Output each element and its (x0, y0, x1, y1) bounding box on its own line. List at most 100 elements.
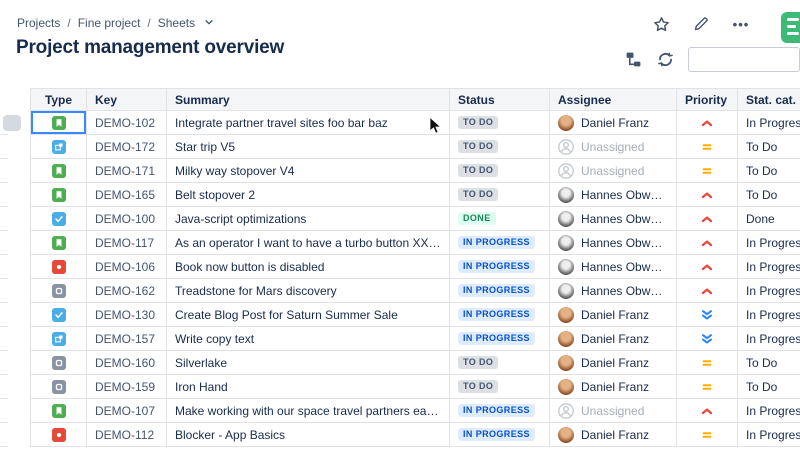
issue-key-cell[interactable]: DEMO-160 (87, 351, 167, 375)
issue-type-cell[interactable] (30, 399, 87, 423)
issue-type-cell[interactable] (30, 135, 87, 159)
assignee-cell[interactable]: Hannes Obweger (550, 279, 677, 303)
priority-cell[interactable] (677, 351, 738, 375)
assignee-cell[interactable]: Daniel Franz (550, 327, 677, 351)
status-cell[interactable]: IN PROGRESS (450, 255, 550, 279)
priority-cell[interactable] (677, 207, 738, 231)
breadcrumb-sheets[interactable]: Sheets (158, 16, 195, 30)
row-drag-handle[interactable] (3, 115, 21, 131)
summary-cell[interactable]: Treadstone for Mars discovery (167, 279, 450, 303)
assignee-cell[interactable]: Daniel Franz (550, 351, 677, 375)
column-header-status[interactable]: Status (450, 88, 550, 111)
issue-key-cell[interactable]: DEMO-171 (87, 159, 167, 183)
issue-type-cell[interactable] (30, 303, 87, 327)
assignee-cell[interactable]: Unassigned (550, 135, 677, 159)
column-header-type[interactable]: Type (30, 88, 87, 111)
status-cell[interactable]: IN PROGRESS (450, 399, 550, 423)
priority-cell[interactable] (677, 231, 738, 255)
status-category-cell[interactable]: To Do (738, 159, 800, 183)
issue-type-cell[interactable] (30, 207, 87, 231)
issue-key-cell[interactable]: DEMO-106 (87, 255, 167, 279)
table-row[interactable]: DEMO-171 Milky way stopover V4 TO DO Una… (0, 159, 800, 183)
column-header-stat-cat[interactable]: Stat. cat. (738, 88, 800, 111)
table-row[interactable]: DEMO-172 Star trip V5 TO DO Unassigned T… (0, 135, 800, 159)
priority-cell[interactable] (677, 111, 738, 135)
status-cell[interactable]: TO DO (450, 375, 550, 399)
issue-type-cell[interactable] (30, 255, 87, 279)
issue-type-cell[interactable] (30, 231, 87, 255)
priority-cell[interactable] (677, 159, 738, 183)
status-category-cell[interactable]: In Progress (738, 231, 800, 255)
assignee-cell[interactable]: Daniel Franz (550, 375, 677, 399)
status-category-cell[interactable]: Done (738, 207, 800, 231)
status-cell[interactable]: IN PROGRESS (450, 279, 550, 303)
table-row[interactable]: DEMO-130 Create Blog Post for Saturn Sum… (0, 303, 800, 327)
table-row[interactable]: DEMO-160 Silverlake TO DO Daniel Franz T… (0, 351, 800, 375)
priority-cell[interactable] (677, 255, 738, 279)
issue-key-cell[interactable]: DEMO-100 (87, 207, 167, 231)
issue-type-cell[interactable] (30, 111, 87, 135)
column-header-assignee[interactable]: Assignee (550, 88, 677, 111)
summary-cell[interactable]: Milky way stopover V4 (167, 159, 450, 183)
status-category-cell[interactable]: To Do (738, 183, 800, 207)
status-cell[interactable]: IN PROGRESS (450, 327, 550, 351)
assignee-cell[interactable]: Unassigned (550, 159, 677, 183)
status-cell[interactable]: TO DO (450, 183, 550, 207)
table-row[interactable]: DEMO-117 As an operator I want to have a… (0, 231, 800, 255)
status-cell[interactable]: IN PROGRESS (450, 231, 550, 255)
table-row[interactable]: DEMO-162 Treadstone for Mars discovery I… (0, 279, 800, 303)
summary-cell[interactable]: Book now button is disabled (167, 255, 450, 279)
status-cell[interactable]: TO DO (450, 159, 550, 183)
column-header-summary[interactable]: Summary (167, 88, 450, 111)
assignee-cell[interactable]: Unassigned (550, 399, 677, 423)
priority-cell[interactable] (677, 183, 738, 207)
search-input[interactable] (688, 47, 800, 72)
issue-key-cell[interactable]: DEMO-162 (87, 279, 167, 303)
issue-key-cell[interactable]: DEMO-112 (87, 423, 167, 447)
status-category-cell[interactable]: To Do (738, 375, 800, 399)
table-row[interactable]: DEMO-106 Book now button is disabled IN … (0, 255, 800, 279)
ellipsis-icon[interactable]: ••• (732, 15, 750, 33)
status-category-cell[interactable]: In Progress (738, 327, 800, 351)
issue-type-cell[interactable] (30, 159, 87, 183)
issue-key-cell[interactable]: DEMO-130 (87, 303, 167, 327)
table-row[interactable]: DEMO-102 Integrate partner travel sites … (0, 111, 800, 135)
status-category-cell[interactable]: To Do (738, 351, 800, 375)
summary-cell[interactable]: Iron Hand (167, 375, 450, 399)
assignee-cell[interactable]: Daniel Franz (550, 303, 677, 327)
table-row[interactable]: DEMO-100 Java-script optimizations DONE … (0, 207, 800, 231)
pencil-icon[interactable] (692, 15, 710, 33)
issue-key-cell[interactable]: DEMO-165 (87, 183, 167, 207)
table-row[interactable]: DEMO-159 Iron Hand TO DO Daniel Franz To… (0, 375, 800, 399)
issue-key-cell[interactable]: DEMO-172 (87, 135, 167, 159)
priority-cell[interactable] (677, 303, 738, 327)
issue-type-cell[interactable] (30, 375, 87, 399)
issue-type-cell[interactable] (30, 279, 87, 303)
summary-cell[interactable]: Blocker - App Basics (167, 423, 450, 447)
status-cell[interactable]: TO DO (450, 111, 550, 135)
refresh-icon[interactable] (656, 51, 674, 69)
star-icon[interactable] (652, 15, 670, 33)
issue-type-cell[interactable] (30, 351, 87, 375)
summary-cell[interactable]: Make working with our space travel partn… (167, 399, 450, 423)
summary-cell[interactable]: Create Blog Post for Saturn Summer Sale (167, 303, 450, 327)
status-category-cell[interactable]: In Progress (738, 303, 800, 327)
status-category-cell[interactable]: To Do (738, 135, 800, 159)
assignee-cell[interactable]: Daniel Franz (550, 423, 677, 447)
assignee-cell[interactable]: Hannes Obweger (550, 207, 677, 231)
summary-cell[interactable]: Java-script optimizations (167, 207, 450, 231)
breadcrumb-project[interactable]: Fine project (78, 16, 141, 30)
hierarchy-icon[interactable] (624, 51, 642, 69)
status-cell[interactable]: DONE (450, 207, 550, 231)
column-header-key[interactable]: Key (87, 88, 167, 111)
issue-key-cell[interactable]: DEMO-102 (87, 111, 167, 135)
summary-cell[interactable]: Write copy text (167, 327, 450, 351)
assignee-cell[interactable]: Hannes Obweger (550, 183, 677, 207)
chevron-down-icon[interactable] (204, 16, 214, 30)
summary-cell[interactable]: As an operator I want to have a turbo bu… (167, 231, 450, 255)
table-row[interactable]: DEMO-107 Make working with our space tra… (0, 399, 800, 423)
priority-cell[interactable] (677, 327, 738, 351)
assignee-cell[interactable]: Daniel Franz (550, 111, 677, 135)
issue-type-cell[interactable] (30, 183, 87, 207)
status-cell[interactable]: IN PROGRESS (450, 303, 550, 327)
